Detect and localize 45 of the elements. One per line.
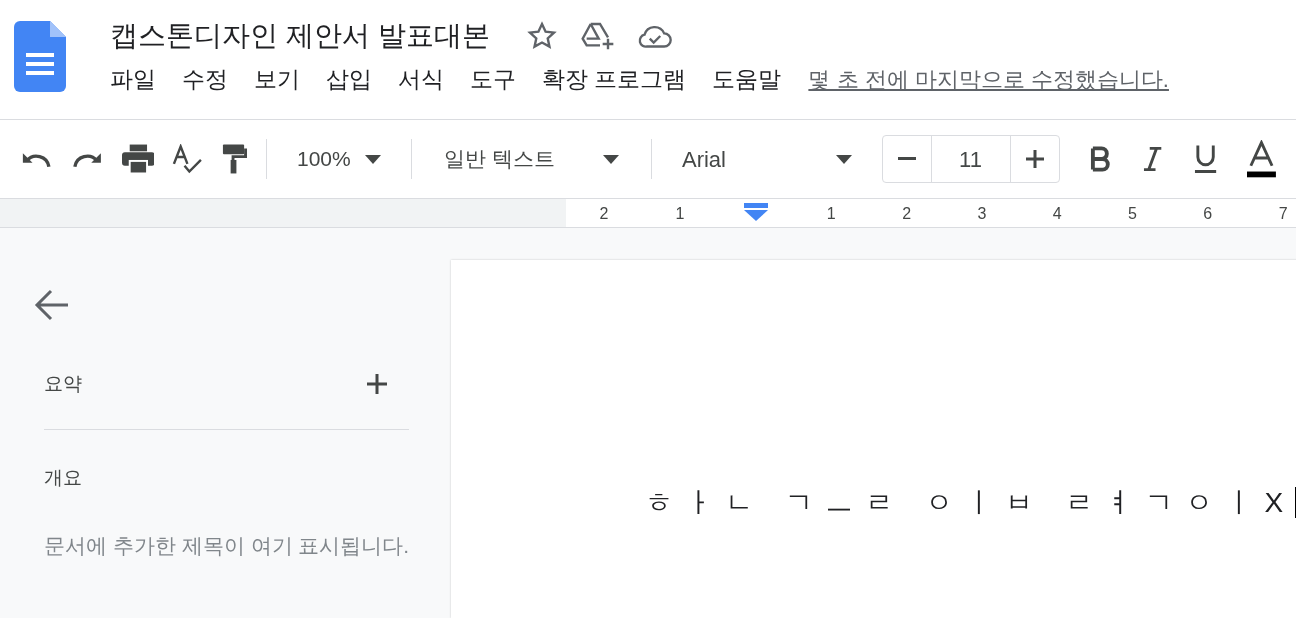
ruler-number: 3 — [976, 204, 988, 224]
menu-item[interactable]: 수정 — [169, 62, 241, 97]
menu-item[interactable]: 파일 — [110, 62, 169, 97]
text-color-icon[interactable] — [1247, 140, 1276, 178]
ruler-number: 2 — [901, 204, 913, 224]
star-icon[interactable] — [525, 20, 558, 52]
docs-logo-icon[interactable] — [14, 21, 66, 92]
menu-item[interactable]: 삽입 — [313, 62, 385, 97]
ruler-number: 5 — [1127, 204, 1138, 224]
minus-icon[interactable] — [897, 157, 916, 161]
menu-item[interactable]: 보기 — [241, 62, 313, 97]
bold-icon[interactable] — [1089, 146, 1111, 172]
caret-icon — [835, 154, 852, 164]
drive-add-icon[interactable] — [579, 20, 616, 52]
menu-item[interactable]: 도구 — [457, 62, 529, 97]
font-dropdown[interactable]: Arial — [670, 142, 864, 176]
outline-label: 개요 — [44, 465, 83, 490]
menu-item[interactable]: 도움말 — [699, 62, 795, 97]
menu-item[interactable]: 서식 — [385, 62, 457, 97]
last-edit-link[interactable]: 몇 초 전에 마지막으로 수정했습니다. — [808, 62, 1169, 96]
back-arrow-icon[interactable] — [34, 288, 70, 322]
document-page[interactable]: ㅎㅏㄴ ㄱㅡㄹ ㅇㅣㅂ ㄹㅕㄱㅇㅣX — [451, 260, 1296, 618]
underline-icon[interactable] — [1194, 144, 1218, 174]
plus-icon[interactable] — [367, 374, 388, 395]
caret-icon — [364, 154, 381, 164]
ruler-number: 1 — [674, 204, 686, 224]
menu-item[interactable]: 확장 프로그램 — [529, 62, 700, 97]
caret-icon — [603, 154, 619, 164]
ruler-number: 2 — [598, 204, 610, 224]
plus-icon[interactable] — [1025, 150, 1044, 168]
document-text[interactable]: ㅎㅏㄴ ㄱㅡㄹ ㅇㅣㅂ ㄹㅕㄱㅇㅣX — [645, 487, 1296, 518]
paragraph-style-dropdown[interactable]: 일반 텍스트 — [429, 143, 633, 175]
paint-roller-icon[interactable] — [221, 144, 249, 174]
ruler-number: 4 — [1051, 204, 1063, 224]
indent-marker-icon[interactable] — [744, 203, 768, 221]
spellcheck-icon[interactable] — [172, 144, 204, 174]
print-icon[interactable] — [121, 144, 155, 174]
ruler-number: 7 — [1277, 204, 1289, 224]
document-title[interactable]: 캡스톤디자인 제안서 발표대본 — [110, 14, 490, 58]
italic-icon[interactable] — [1142, 146, 1162, 172]
outline-hint: 문서에 추가한 제목이 여기 표시됩니다. — [44, 533, 410, 559]
ruler-number: 6 — [1202, 204, 1214, 224]
zoom-dropdown[interactable]: 100% — [285, 143, 393, 175]
ruler-number: 1 — [825, 204, 837, 224]
summary-label: 요약 — [44, 372, 82, 396]
